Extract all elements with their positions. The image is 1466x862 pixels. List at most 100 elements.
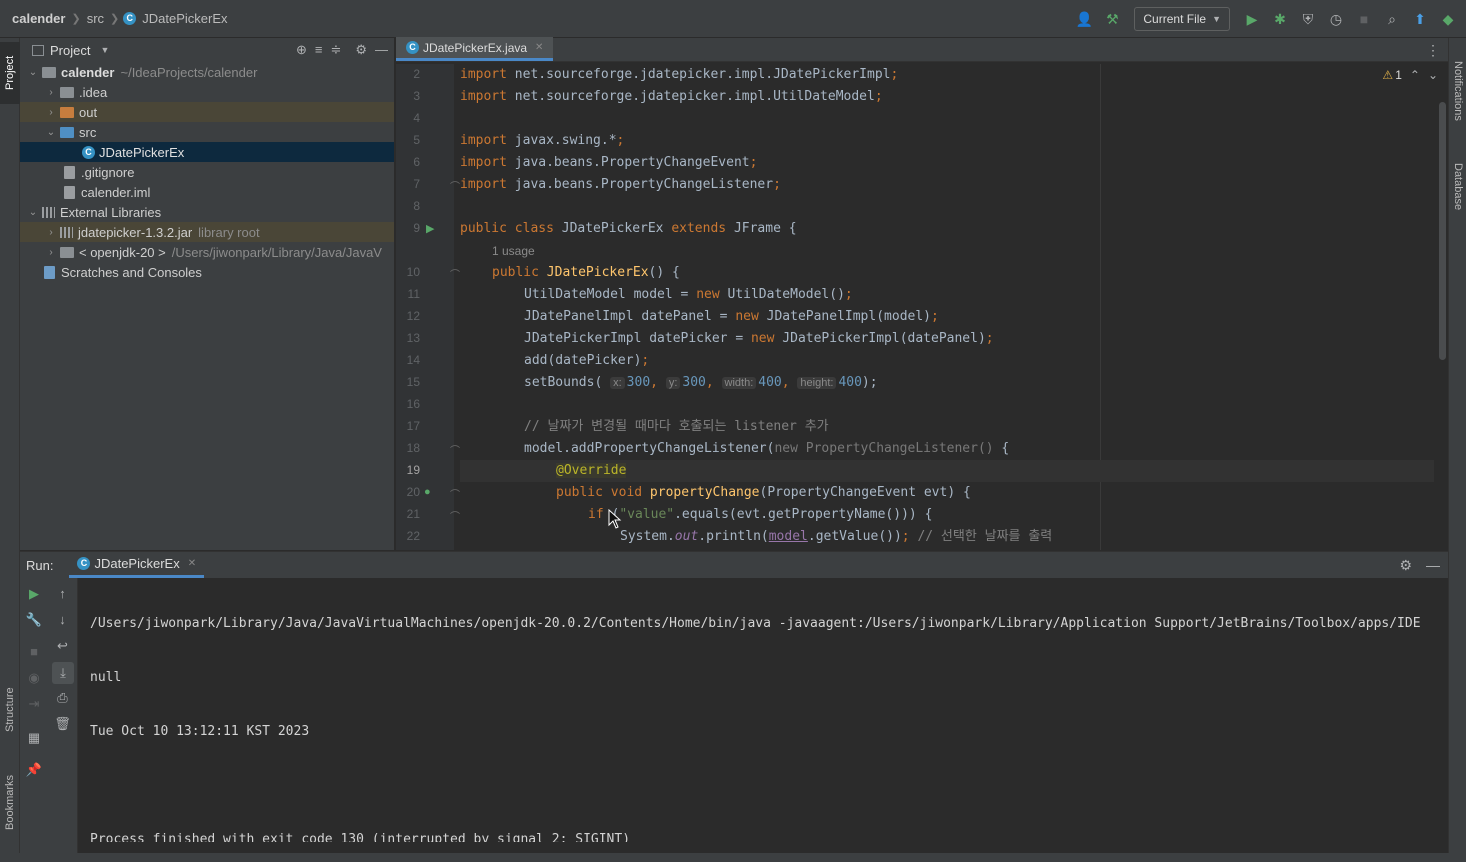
chevron-down-icon[interactable]: ⌄ [1428, 68, 1438, 82]
line-number: 22 [406, 529, 420, 543]
tree-item-label: out [79, 104, 98, 120]
arrow-down-icon[interactable]: ↓ [48, 612, 77, 627]
search-icon[interactable]: ⌕ [1380, 7, 1404, 31]
main-toolbar: 👤 ⚒ Current File ▼ ▶ ✱ ⛨ ◷ ■ ⌕ ⬆ ◆ [1072, 0, 1466, 38]
pin-icon[interactable]: 📌 [20, 762, 48, 778]
line-number: 16 [406, 397, 420, 411]
arrow-up-icon[interactable]: ↑ [48, 586, 77, 601]
locate-file-icon[interactable]: ⊕ [296, 42, 307, 58]
breadcrumb-file[interactable]: JDatePickerEx [140, 11, 229, 26]
breadcrumb-project[interactable]: calender [10, 11, 67, 26]
code-area[interactable]: import net.sourceforge.jdatepicker.impl.… [460, 64, 1434, 550]
build-hammer-icon[interactable]: ⚒ [1100, 7, 1124, 31]
tree-item-calender-iml[interactable]: calender.iml [20, 182, 394, 202]
close-icon[interactable]: ✕ [535, 42, 543, 53]
run-configuration-label: Current File [1143, 12, 1207, 26]
chevron-up-icon[interactable]: ⌃ [1410, 68, 1420, 82]
tree-item-scratches[interactable]: Scratches and Consoles [20, 262, 394, 282]
scroll-to-end-icon[interactable]: ⤓ [52, 662, 74, 684]
fold-icon[interactable]: ⌒ [450, 178, 460, 193]
run-toolbar-primary: ▶ 🔧 ■ ◉ ⇥ ▦ 📌 [20, 578, 48, 854]
inspection-widget[interactable]: ⚠ 1 ⌃ ⌄ [1382, 68, 1438, 82]
tree-item-out[interactable]: › out [20, 102, 394, 122]
layout-icon[interactable]: ▦ [20, 730, 48, 746]
run-tab-jdatepickerex[interactable]: C JDatePickerEx ✕ [69, 552, 205, 578]
debug-icon[interactable]: ✱ [1268, 7, 1292, 31]
soft-wrap-icon[interactable]: ↩ [48, 638, 77, 654]
update-icon[interactable]: ⬆ [1408, 7, 1432, 31]
line-number: 3 [413, 89, 420, 103]
warning-icon: ⚠ [1382, 68, 1394, 82]
code-line: public void propertyChange(PropertyChang… [556, 485, 971, 500]
override-gutter-icon[interactable]: ● [424, 486, 431, 498]
rerun-icon[interactable]: ▶ [20, 586, 48, 602]
database-tool-tab[interactable]: Database [1449, 152, 1466, 222]
breadcrumb-folder[interactable]: src [85, 11, 106, 26]
library-icon [42, 206, 55, 218]
fold-icon[interactable]: ⌒ [450, 266, 460, 281]
print-icon[interactable]: ⎙ [48, 690, 77, 706]
exit-icon[interactable]: ⇥ [20, 696, 48, 712]
tree-item-external-libraries[interactable]: ⌄ External Libraries [20, 202, 394, 222]
chevron-right-icon[interactable]: › [44, 87, 58, 98]
chevron-down-icon[interactable]: ⌄ [26, 207, 40, 218]
folder-icon [60, 106, 74, 118]
project-tool-tab[interactable]: Project [0, 42, 20, 104]
collapse-all-icon[interactable]: ≑ [330, 42, 341, 58]
chevron-right-icon[interactable]: › [44, 227, 58, 238]
more-options-icon[interactable]: ⋮ [1426, 42, 1440, 59]
chevron-down-icon[interactable]: ⌄ [26, 67, 40, 78]
stop-icon[interactable]: ■ [1352, 7, 1376, 31]
tree-item-label: .idea [79, 84, 108, 100]
chevron-right-icon[interactable]: › [44, 107, 58, 118]
trash-icon[interactable]: 🗑 [48, 716, 77, 732]
mouse-cursor-icon [608, 509, 622, 529]
console-output[interactable]: /Users/jiwonpark/Library/Java/JavaVirtua… [90, 582, 1448, 842]
line-number: 9 [413, 221, 420, 235]
line-number: 5 [413, 133, 420, 147]
project-panel-title[interactable]: Project [50, 43, 90, 58]
line-number: 2 [413, 67, 420, 81]
expand-all-icon[interactable]: ≡ [315, 42, 323, 58]
code-line: JDatePanelImpl datePanel = new JDatePane… [524, 309, 939, 324]
tree-item-jdatepicker-jar[interactable]: › jdatepicker-1.3.2.jar library root [20, 222, 394, 242]
bookmarks-tool-tab[interactable]: Bookmarks [0, 758, 20, 846]
tree-item-project-root[interactable]: ⌄ calender ~/IdeaProjects/calender [20, 62, 394, 82]
user-account-icon[interactable]: 👤 [1072, 7, 1096, 31]
run-icon[interactable]: ▶ [1240, 7, 1264, 31]
chevron-down-icon[interactable]: ▼ [100, 45, 109, 55]
run-panel-header: Run: C JDatePickerEx ✕ ⚙ — [20, 552, 1448, 578]
notifications-tool-tab[interactable]: Notifications [1449, 48, 1466, 134]
tree-item-jdatepickerex[interactable]: C JDatePickerEx [20, 142, 394, 162]
tree-item-label: calender.iml [81, 184, 151, 200]
tree-item-gitignore[interactable]: .gitignore [20, 162, 394, 182]
camera-icon[interactable]: ◉ [20, 670, 48, 686]
gear-icon[interactable]: ⚙ [1399, 557, 1412, 574]
ide-logo-icon[interactable]: ◆ [1436, 7, 1460, 31]
chevron-right-icon[interactable]: › [44, 247, 58, 258]
coverage-icon[interactable]: ⛨ [1296, 7, 1320, 31]
run-configuration-select[interactable]: Current File ▼ [1134, 7, 1230, 31]
profile-icon[interactable]: ◷ [1324, 7, 1348, 31]
fold-icon[interactable]: ⌒ [450, 508, 460, 523]
fold-icon[interactable]: ⌒ [450, 486, 460, 501]
editor-tab-jdatepickerex[interactable]: C JDatePickerEx.java ✕ [396, 37, 554, 61]
tree-item-idea[interactable]: › .idea [20, 82, 394, 102]
run-gutter-icon[interactable]: ▶ [426, 222, 434, 235]
line-number: 8 [413, 199, 420, 213]
vertical-scrollbar[interactable] [1439, 102, 1446, 360]
structure-tool-tab[interactable]: Structure [0, 670, 20, 750]
tree-item-label: src [79, 124, 97, 140]
stop-icon[interactable]: ■ [20, 644, 48, 659]
hide-panel-icon[interactable]: — [1426, 557, 1440, 574]
tree-item-openjdk[interactable]: › < openjdk-20 > /Users/jiwonpark/Librar… [20, 242, 394, 262]
usage-hint[interactable]: 1 usage [492, 240, 535, 262]
close-icon[interactable]: ✕ [188, 558, 196, 569]
gear-icon[interactable]: ⚙ [355, 42, 367, 58]
hide-panel-icon[interactable]: — [375, 42, 388, 58]
code-line: add(datePicker); [524, 353, 650, 368]
tree-item-src[interactable]: ⌄ src [20, 122, 394, 142]
wrench-icon[interactable]: 🔧 [20, 612, 48, 628]
fold-icon[interactable]: ⌒ [450, 442, 460, 457]
chevron-down-icon[interactable]: ⌄ [44, 127, 58, 138]
